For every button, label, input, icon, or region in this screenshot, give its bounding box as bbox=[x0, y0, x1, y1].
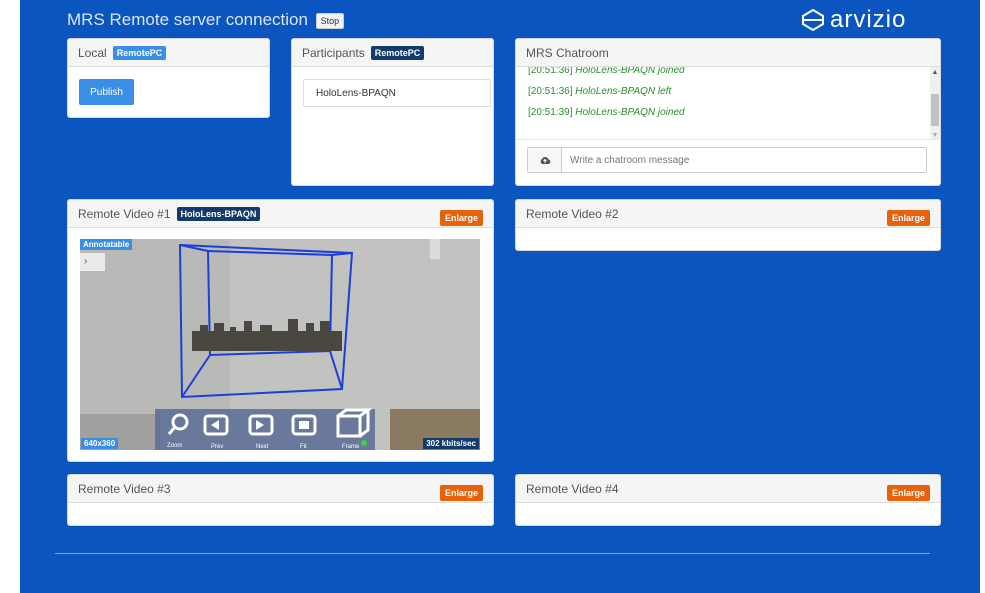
fit-button[interactable]: Fit bbox=[300, 444, 307, 450]
zoom-button[interactable]: Zoom bbox=[167, 443, 182, 449]
chat-message-input[interactable] bbox=[562, 148, 926, 172]
chat-message: [20:51:36] HoloLens-BPAQN joined bbox=[528, 67, 685, 76]
frame-button[interactable]: Frame bbox=[342, 444, 359, 450]
local-badge: RemotePC bbox=[112, 45, 167, 60]
scroll-thumb[interactable] bbox=[931, 94, 939, 126]
participants-panel: Participants RemotePC HoloLens-BPAQN bbox=[291, 38, 494, 186]
chatroom-panel-header: MRS Chatroom bbox=[516, 39, 940, 67]
local-title: Local bbox=[78, 45, 107, 60]
remote-video-1-header: Remote Video #1 HoloLens-BPAQN Enlarge bbox=[68, 200, 493, 228]
chat-message: [20:51:36] HoloLens-BPAQN left bbox=[528, 86, 672, 97]
logo-text: arvizio bbox=[830, 6, 907, 33]
remote-video-1-panel: Remote Video #1 HoloLens-BPAQN Enlarge A… bbox=[67, 199, 494, 462]
arvizio-logo-icon bbox=[802, 8, 824, 32]
header-title-area: MRS Remote server connection Stop bbox=[67, 10, 345, 30]
local-panel: Local RemotePC Publish bbox=[67, 38, 270, 118]
remote-video-3-title: Remote Video #3 bbox=[78, 481, 171, 496]
page-title: MRS Remote server connection bbox=[67, 10, 308, 29]
chat-scrollbar[interactable]: ▲ ▼ bbox=[930, 67, 940, 139]
participants-title: Participants bbox=[302, 45, 365, 60]
video-scene bbox=[80, 239, 480, 450]
remote-video-1-stream[interactable]: Annotatable › 640x360 302 kbits/sec Zoom… bbox=[80, 239, 480, 450]
remote-video-4-title: Remote Video #4 bbox=[526, 481, 619, 496]
participants-badge: RemotePC bbox=[370, 45, 425, 60]
stop-button[interactable]: Stop bbox=[315, 12, 345, 29]
chatroom-title: MRS Chatroom bbox=[526, 45, 609, 60]
remote-video-2-header: Remote Video #2 Enlarge bbox=[516, 200, 940, 228]
remote-video-1-title: Remote Video #1 bbox=[78, 206, 171, 221]
enlarge-button[interactable]: Enlarge bbox=[439, 485, 483, 501]
remote-video-2-panel: Remote Video #2 Enlarge bbox=[515, 199, 941, 251]
enlarge-button[interactable]: Enlarge bbox=[886, 210, 930, 226]
remote-video-3-panel: Remote Video #3 Enlarge bbox=[67, 474, 494, 526]
cloud-upload-icon[interactable] bbox=[528, 148, 562, 172]
chatroom-panel: MRS Chatroom [20:51:36] HoloLens-BPAQN j… bbox=[515, 38, 941, 186]
remote-video-2-title: Remote Video #2 bbox=[526, 206, 619, 221]
logo: arvizio bbox=[800, 6, 906, 34]
participant-item[interactable]: HoloLens-BPAQN bbox=[303, 79, 491, 107]
enlarge-button[interactable]: Enlarge bbox=[886, 485, 930, 501]
scroll-down-arrow-icon[interactable]: ▼ bbox=[930, 132, 940, 139]
remote-video-4-panel: Remote Video #4 Enlarge bbox=[515, 474, 941, 526]
expand-arrow-icon[interactable]: › bbox=[84, 256, 87, 267]
bitrate-tag: 302 kbits/sec bbox=[423, 438, 479, 449]
publish-button[interactable]: Publish bbox=[79, 79, 134, 105]
annotatable-tag: Annotatable bbox=[80, 239, 133, 250]
chat-message: [20:51:39] HoloLens-BPAQN joined bbox=[528, 107, 685, 118]
local-panel-header: Local RemotePC bbox=[68, 39, 269, 67]
remote-video-1-badge: HoloLens-BPAQN bbox=[176, 206, 261, 221]
remote-video-4-header: Remote Video #4 Enlarge bbox=[516, 475, 940, 503]
enlarge-button[interactable]: Enlarge bbox=[439, 210, 483, 226]
resolution-tag: 640x360 bbox=[81, 438, 119, 449]
footer-divider bbox=[55, 553, 930, 554]
scroll-up-arrow-icon[interactable]: ▲ bbox=[930, 69, 940, 76]
prev-button[interactable]: Prev bbox=[211, 444, 223, 450]
chat-log[interactable]: [20:51:36] HoloLens-BPAQN joined [20:51:… bbox=[516, 67, 939, 140]
next-button[interactable]: Next bbox=[256, 444, 268, 450]
participants-panel-header: Participants RemotePC bbox=[292, 39, 493, 67]
chat-input-group bbox=[527, 147, 927, 173]
remote-video-3-header: Remote Video #3 Enlarge bbox=[68, 475, 493, 503]
